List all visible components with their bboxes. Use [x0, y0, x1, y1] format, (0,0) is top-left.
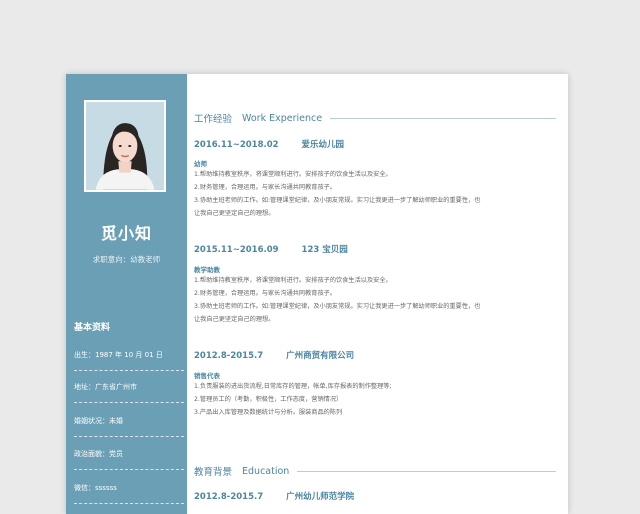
job-company: 广州商贸有限公司	[286, 351, 355, 361]
education-title-cn: 教育背景	[194, 467, 233, 478]
job-company: 爱乐幼儿园	[301, 140, 345, 150]
job-description-line: 3.协助主班老师的工作。如:管理课堂纪律，及小朋友常规。实习让我更进一步了解幼师…	[194, 303, 481, 310]
job-description-line: 3.协助主班老师的工作。如:管理课堂纪律，及小朋友常规。实习让我更进一步了解幼师…	[194, 197, 481, 204]
job-description-line: 2.财务管理，合理运用。与家长沟通共同教育孩子。	[194, 290, 337, 297]
job-period: 2016.11~2018.02	[194, 140, 279, 150]
job-description: 1.帮助维持教室秩序，将课堂顺利进行。安排孩子的饮食生活以及安全。 2.财务管理…	[194, 168, 549, 220]
job-intent: 求职意向：幼教老师	[92, 255, 161, 264]
education-entry-header: 2012.8-2015.7 广州幼儿师范学院	[194, 490, 354, 502]
info-birth: 出生：1987 年 10 月 01 日	[74, 350, 184, 371]
job-period: 2015.11~2016.09	[194, 245, 279, 255]
work-title-en: Work Experience	[242, 112, 323, 124]
resume-page: 觅小知 求职意向：幼教老师 基本资料 出生：1987 年 10 月 01 日 地…	[66, 74, 568, 514]
info-address: 地址：广东省广州市	[74, 382, 184, 403]
info-wechat: 微信：ssssss	[74, 483, 184, 504]
job-role: 幼师	[194, 160, 207, 168]
education-section-heading: 教育背景 Education	[194, 464, 556, 478]
job-description-line: 1.帮助维持教室秩序，将课堂顺利进行。安排孩子的饮食生活以及安全。	[194, 171, 392, 178]
sidebar: 觅小知 求职意向：幼教老师 基本资料 出生：1987 年 10 月 01 日 地…	[66, 74, 187, 514]
job-entry-header: 2012.8-2015.7 广州商贸有限公司	[194, 349, 354, 361]
education-period: 2012.8-2015.7	[194, 492, 264, 502]
job-description-line: 1.帮助维持教室秩序，将课堂顺利进行。安排孩子的饮食生活以及安全。	[194, 277, 392, 284]
job-description-line: 2.管理员工的（考勤，积极性，工作态度，营销情况）	[194, 396, 343, 403]
job-description-line: 2.财务管理，合理运用。与家长沟通共同教育孩子。	[194, 184, 337, 191]
info-political: 政治面貌：党员	[74, 449, 184, 470]
work-section-heading: 工作经验 Work Experience	[194, 111, 556, 125]
job-entry-header: 2016.11~2018.02 爱乐幼儿园	[194, 138, 344, 150]
profile-photo	[84, 100, 166, 192]
education-title-en: Education	[242, 465, 290, 477]
job-company: 123 宝贝园	[301, 245, 348, 255]
info-marital: 婚姻状况：未婚	[74, 416, 184, 437]
portrait-image	[86, 102, 164, 190]
job-entry-header: 2015.11~2016.09 123 宝贝园	[194, 243, 348, 255]
main-content: 工作经验 Work Experience 2016.11~2018.02 爱乐幼…	[187, 74, 568, 514]
basic-info-heading: 基本资料	[74, 323, 111, 333]
job-role: 销售代表	[194, 372, 220, 380]
section-divider	[330, 117, 556, 119]
section-divider	[297, 470, 556, 472]
job-description-line: 1.负责服装的进出货流程,日常库存的管理，帐单,库存报表的制作整理等;	[194, 383, 392, 390]
work-title-cn: 工作经验	[194, 114, 233, 125]
candidate-name: 觅小知	[100, 224, 152, 243]
job-description-line: 3.产品出入库管理及数据统计与分析。服装商品的陈列	[194, 409, 343, 416]
job-description: 1.负责服装的进出货流程,日常库存的管理，帐单,库存报表的制作整理等; 2.管理…	[194, 380, 549, 419]
job-role: 教学助教	[194, 266, 220, 274]
education-school: 广州幼儿师范学院	[286, 492, 355, 502]
job-description: 1.帮助维持教室秩序，将课堂顺利进行。安排孩子的饮食生活以及安全。 2.财务管理…	[194, 274, 549, 326]
job-description-line: 让我自己更坚定自己的理想。	[194, 210, 275, 217]
job-description-line: 让我自己更坚定自己的理想。	[194, 316, 275, 323]
job-period: 2012.8-2015.7	[194, 351, 264, 361]
